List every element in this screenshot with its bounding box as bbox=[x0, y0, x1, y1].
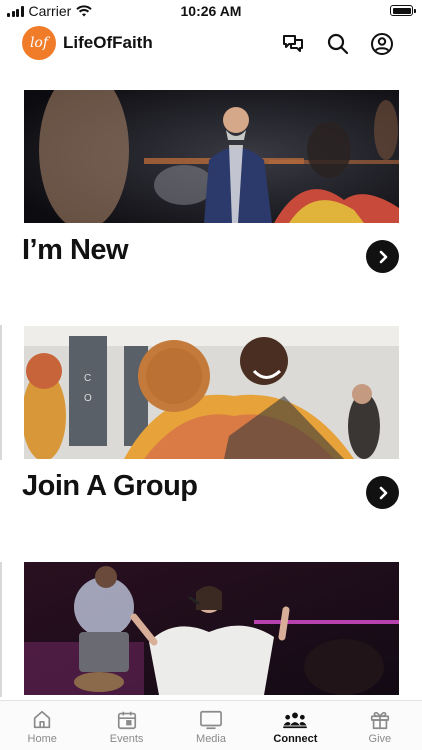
card-title[interactable]: Join A Group bbox=[22, 470, 198, 503]
app-logo: lof bbox=[22, 26, 56, 60]
tab-bar: Home Events Media Connect Give bbox=[0, 700, 422, 750]
card-join-group[interactable]: C O bbox=[24, 326, 399, 459]
left-divider bbox=[0, 325, 2, 460]
card-worship[interactable] bbox=[24, 562, 399, 695]
app-header: lof LifeOfFaith bbox=[0, 24, 422, 64]
card-im-new[interactable] bbox=[24, 90, 399, 223]
battery-icon bbox=[390, 5, 416, 16]
profile-icon[interactable] bbox=[369, 31, 395, 57]
people-hugging-photo: C O bbox=[24, 326, 399, 459]
tab-label: Events bbox=[109, 733, 144, 745]
left-divider bbox=[0, 562, 2, 697]
worship-singer-photo bbox=[24, 562, 399, 695]
home-icon bbox=[34, 710, 51, 729]
card-title[interactable]: I’m New bbox=[22, 234, 129, 267]
status-time: 10:26 AM bbox=[180, 3, 242, 19]
tab-events[interactable]: Events bbox=[84, 701, 168, 750]
chevron-right-icon[interactable] bbox=[366, 240, 399, 273]
people-icon bbox=[283, 712, 308, 729]
app-title: LifeOfFaith bbox=[63, 33, 153, 52]
svg-text:C: C bbox=[84, 373, 91, 384]
chevron-right-icon[interactable] bbox=[366, 476, 399, 509]
search-icon[interactable] bbox=[325, 31, 351, 57]
tab-media[interactable]: Media bbox=[169, 701, 253, 750]
pastor-preaching-photo bbox=[24, 90, 399, 223]
calendar-icon bbox=[117, 711, 136, 730]
tab-label: Media bbox=[196, 733, 226, 745]
tab-label: Connect bbox=[273, 733, 318, 745]
tab-give[interactable]: Give bbox=[338, 701, 422, 750]
tab-label: Home bbox=[27, 733, 57, 745]
tab-connect[interactable]: Connect bbox=[253, 701, 337, 750]
chat-icon[interactable] bbox=[280, 31, 306, 57]
status-bar: Carrier 10:26 AM bbox=[0, 0, 422, 22]
gift-icon bbox=[370, 711, 389, 730]
svg-text:O: O bbox=[84, 393, 92, 404]
tv-icon bbox=[200, 710, 222, 730]
tab-label: Give bbox=[368, 733, 392, 745]
tab-home[interactable]: Home bbox=[0, 701, 84, 750]
